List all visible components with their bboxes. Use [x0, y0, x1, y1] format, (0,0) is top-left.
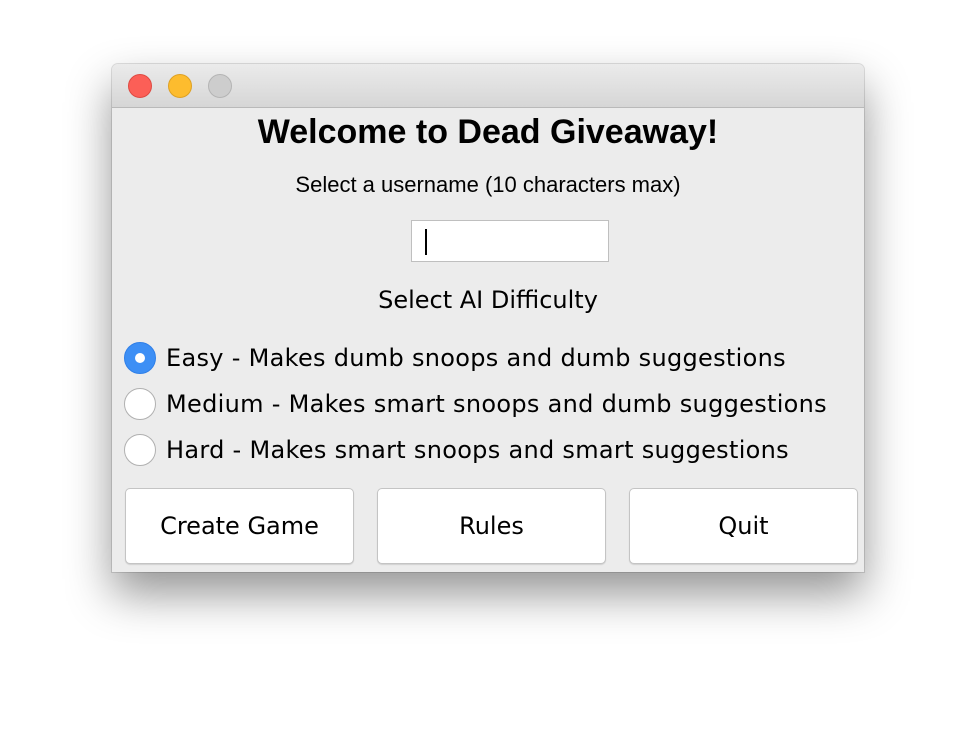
difficulty-option-hard[interactable]: Hard - Makes smart snoops and smart sugg… — [124, 433, 789, 467]
radio-easy[interactable] — [124, 342, 156, 374]
radio-medium[interactable] — [124, 388, 156, 420]
create-game-button[interactable]: Create Game — [125, 488, 354, 564]
radio-label-medium: Medium - Makes smart snoops and dumb sug… — [166, 390, 827, 418]
title-bar[interactable] — [112, 64, 864, 108]
radio-label-hard: Hard - Makes smart snoops and smart sugg… — [166, 436, 789, 464]
rules-button[interactable]: Rules — [377, 488, 606, 564]
zoom-window-icon[interactable] — [208, 74, 232, 98]
username-prompt: Select a username (10 characters max) — [295, 172, 681, 197]
close-window-icon[interactable] — [128, 74, 152, 98]
radio-label-easy: Easy - Makes dumb snoops and dumb sugges… — [166, 344, 786, 372]
quit-button[interactable]: Quit — [629, 488, 858, 564]
radio-hard[interactable] — [124, 434, 156, 466]
difficulty-option-medium[interactable]: Medium - Makes smart snoops and dumb sug… — [124, 387, 827, 421]
minimize-window-icon[interactable] — [168, 74, 192, 98]
app-window: Welcome to Dead Giveaway! Select a usern… — [112, 64, 864, 572]
page-title: Welcome to Dead Giveaway! — [257, 113, 719, 151]
difficulty-option-easy[interactable]: Easy - Makes dumb snoops and dumb sugges… — [124, 341, 786, 375]
main-content: Welcome to Dead Giveaway! Select a usern… — [112, 108, 864, 572]
difficulty-label: Select AI Difficulty — [378, 286, 598, 314]
text-caret — [425, 229, 427, 255]
username-input[interactable] — [411, 220, 609, 262]
